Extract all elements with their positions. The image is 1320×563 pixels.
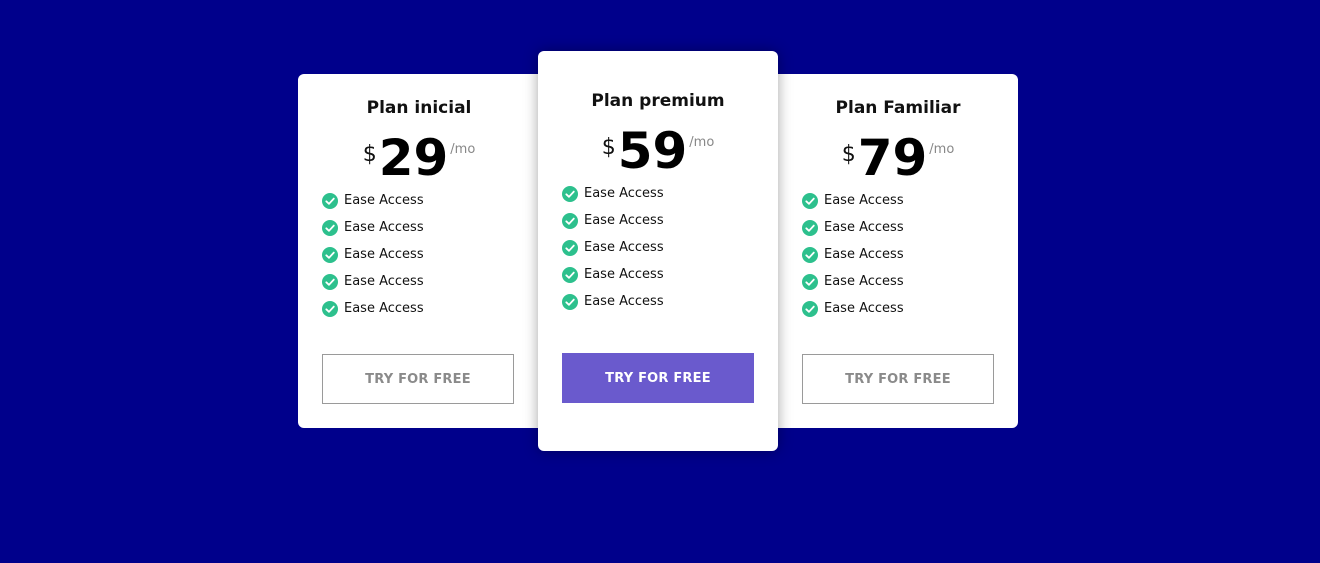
check-circle-icon <box>322 300 338 317</box>
feature-item: Ease Access <box>322 295 530 322</box>
feature-label: Ease Access <box>344 274 424 289</box>
pricing-card-premium: Plan premium $59/mo Ease Access Ease Acc… <box>538 51 778 451</box>
feature-label: Ease Access <box>344 193 424 208</box>
feature-list: Ease Access Ease Access Ease Access Ease… <box>562 180 768 315</box>
feature-label: Ease Access <box>824 301 904 316</box>
pricing-card-inicial: Plan inicial $29/mo Ease Access Ease Acc… <box>298 74 540 428</box>
plan-title: Plan inicial <box>366 98 472 118</box>
feature-item: Ease Access <box>562 207 768 234</box>
feature-item: Ease Access <box>562 180 768 207</box>
feature-item: Ease Access <box>322 268 530 295</box>
price-row: $79/mo <box>778 128 1018 188</box>
check-circle-icon <box>562 293 578 310</box>
check-circle-icon <box>322 246 338 263</box>
feature-label: Ease Access <box>824 193 904 208</box>
plan-title: Plan premium <box>591 91 725 111</box>
price-period: /mo <box>929 142 955 157</box>
currency-symbol: $ <box>362 142 377 167</box>
feature-label: Ease Access <box>584 240 664 255</box>
feature-item: Ease Access <box>562 288 768 315</box>
feature-label: Ease Access <box>824 274 904 289</box>
price-row: $59/mo <box>538 121 778 181</box>
price-period: /mo <box>689 135 715 150</box>
check-circle-icon <box>562 212 578 229</box>
try-for-free-button[interactable]: TRY FOR FREE <box>802 354 994 404</box>
try-for-free-button[interactable]: TRY FOR FREE <box>322 354 514 404</box>
feature-item: Ease Access <box>802 187 1008 214</box>
feature-item: Ease Access <box>802 268 1008 295</box>
price-period: /mo <box>450 142 476 157</box>
price-amount: 79 <box>857 129 928 187</box>
check-circle-icon <box>322 192 338 209</box>
feature-item: Ease Access <box>562 261 768 288</box>
feature-label: Ease Access <box>824 247 904 262</box>
feature-label: Ease Access <box>344 247 424 262</box>
check-circle-icon <box>322 273 338 290</box>
feature-item: Ease Access <box>322 241 530 268</box>
price-row: $29/mo <box>298 128 540 188</box>
check-circle-icon <box>802 273 818 290</box>
feature-list: Ease Access Ease Access Ease Access Ease… <box>322 187 530 322</box>
feature-label: Ease Access <box>584 186 664 201</box>
check-circle-icon <box>322 219 338 236</box>
feature-list: Ease Access Ease Access Ease Access Ease… <box>802 187 1008 322</box>
check-circle-icon <box>562 239 578 256</box>
feature-item: Ease Access <box>802 295 1008 322</box>
feature-item: Ease Access <box>322 187 530 214</box>
check-circle-icon <box>562 185 578 202</box>
feature-label: Ease Access <box>584 213 664 228</box>
feature-item: Ease Access <box>802 241 1008 268</box>
feature-item: Ease Access <box>802 214 1008 241</box>
check-circle-icon <box>562 266 578 283</box>
currency-symbol: $ <box>601 135 616 160</box>
feature-label: Ease Access <box>584 294 664 309</box>
plan-title: Plan Familiar <box>835 98 961 118</box>
feature-label: Ease Access <box>584 267 664 282</box>
feature-label: Ease Access <box>344 301 424 316</box>
check-circle-icon <box>802 192 818 209</box>
feature-label: Ease Access <box>344 220 424 235</box>
check-circle-icon <box>802 300 818 317</box>
check-circle-icon <box>802 219 818 236</box>
price-amount: 29 <box>378 129 449 187</box>
feature-label: Ease Access <box>824 220 904 235</box>
check-circle-icon <box>802 246 818 263</box>
currency-symbol: $ <box>841 142 856 167</box>
feature-item: Ease Access <box>562 234 768 261</box>
pricing-card-familiar: Plan Familiar $79/mo Ease Access Ease Ac… <box>778 74 1018 428</box>
feature-item: Ease Access <box>322 214 530 241</box>
price-amount: 59 <box>617 122 688 180</box>
try-for-free-button[interactable]: TRY FOR FREE <box>562 353 754 403</box>
